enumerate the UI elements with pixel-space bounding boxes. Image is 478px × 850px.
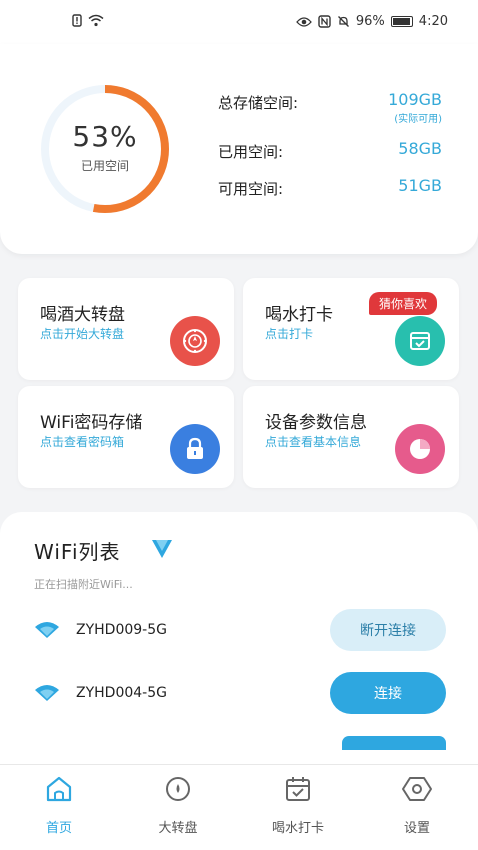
wifi-list-title: WiFi列表: [34, 540, 121, 564]
status-right: 96% 4:20: [296, 14, 448, 29]
free-storage-row: 可用空间: 51GB: [218, 174, 448, 204]
wifi-status-icon: [88, 14, 104, 27]
card-title: 设备参数信息: [265, 413, 367, 433]
pie-icon: [395, 424, 445, 474]
wifi-scanning-status: 正在扫描附近WiFi...: [34, 578, 133, 591]
storage-percent: 53%: [72, 120, 138, 153]
connect-button[interactable]: 连接: [330, 672, 446, 714]
wifi-network-row[interactable]: ZYHD004-5G 连接: [34, 672, 446, 716]
free-storage-value: 51GB: [398, 176, 442, 195]
next-connect-button-partial[interactable]: [342, 736, 446, 750]
device-info-card[interactable]: 设备参数信息 点击查看基本信息: [243, 386, 459, 488]
wifi-icon: [35, 685, 59, 701]
nav-water[interactable]: 喝水打卡: [253, 775, 343, 836]
home-icon: [46, 776, 72, 802]
nav-settings[interactable]: 设置: [372, 775, 462, 836]
settings-icon: [402, 777, 432, 801]
wifi-password-card[interactable]: WiFi密码存储 点击查看密码箱: [18, 386, 234, 488]
wifi-network-row[interactable]: ZYHD009-5G 断开连接: [34, 609, 446, 653]
wifi-network-name: ZYHD004-5G: [76, 685, 167, 701]
calendar-icon: [286, 777, 310, 801]
mute-icon: [337, 16, 349, 27]
lock-icon: [170, 424, 220, 474]
recommend-badge: 猜你喜欢: [368, 292, 437, 315]
total-storage-label: 总存储空间:: [218, 94, 299, 112]
wheel-icon: [170, 316, 220, 366]
notification-icon: [72, 14, 82, 27]
status-bar: 96% 4:20: [0, 0, 478, 44]
nav-home[interactable]: 首页: [14, 775, 104, 836]
card-title: 喝酒大转盘: [40, 305, 125, 325]
wheel-icon: [166, 777, 190, 801]
storage-ring-text: 53% 已用空间: [40, 84, 170, 214]
battery-percent: 96%: [355, 14, 385, 29]
drinking-wheel-card[interactable]: 喝酒大转盘 点击开始大转盘: [18, 278, 234, 380]
nav-label: 大转盘: [158, 821, 198, 836]
card-title: WiFi密码存储: [40, 413, 143, 433]
card-title: 喝水打卡: [265, 305, 333, 325]
nav-label: 首页: [45, 821, 72, 836]
used-storage-row: 已用空间: 58GB: [218, 137, 448, 167]
nav-wheel[interactable]: 大转盘: [133, 775, 223, 836]
nav-label: 喝水打卡: [271, 821, 324, 836]
total-storage-row: 总存储空间: 109GB (实际可用): [218, 88, 448, 125]
nfc-icon: [318, 15, 331, 28]
storage-percent-label: 已用空间: [80, 159, 129, 173]
free-storage-label: 可用空间:: [218, 180, 284, 198]
card-subtitle: 点击打卡: [265, 327, 314, 341]
status-left: [72, 14, 104, 27]
card-subtitle: 点击查看密码箱: [40, 435, 125, 449]
wifi-list-section: WiFi列表 正在扫描附近WiFi... ZYHD009-5G 断开连接 ZYH…: [0, 512, 478, 772]
wifi-network-name: ZYHD009-5G: [76, 622, 167, 638]
clock: 4:20: [418, 14, 448, 29]
total-storage-note: (实际可用): [394, 114, 442, 125]
nav-label: 设置: [403, 821, 430, 836]
bottom-nav: 首页 大转盘 喝水打卡 设置: [0, 764, 478, 850]
wifi-signal-icon: [152, 540, 172, 558]
water-checkin-card[interactable]: 喝水打卡 点击打卡 猜你喜欢: [243, 278, 459, 380]
calendar-check-icon: [395, 316, 445, 366]
eye-icon: [296, 16, 312, 27]
used-storage-value: 58GB: [398, 139, 442, 158]
total-storage-value: 109GB: [388, 90, 442, 109]
card-subtitle: 点击开始大转盘: [40, 327, 125, 341]
storage-card: 53% 已用空间 总存储空间: 109GB (实际可用) 已用空间: 58GB …: [0, 44, 478, 254]
wifi-icon: [35, 622, 59, 638]
card-subtitle: 点击查看基本信息: [265, 435, 362, 449]
used-storage-label: 已用空间:: [218, 143, 284, 161]
battery-icon: [390, 16, 413, 27]
disconnect-button[interactable]: 断开连接: [330, 609, 446, 651]
